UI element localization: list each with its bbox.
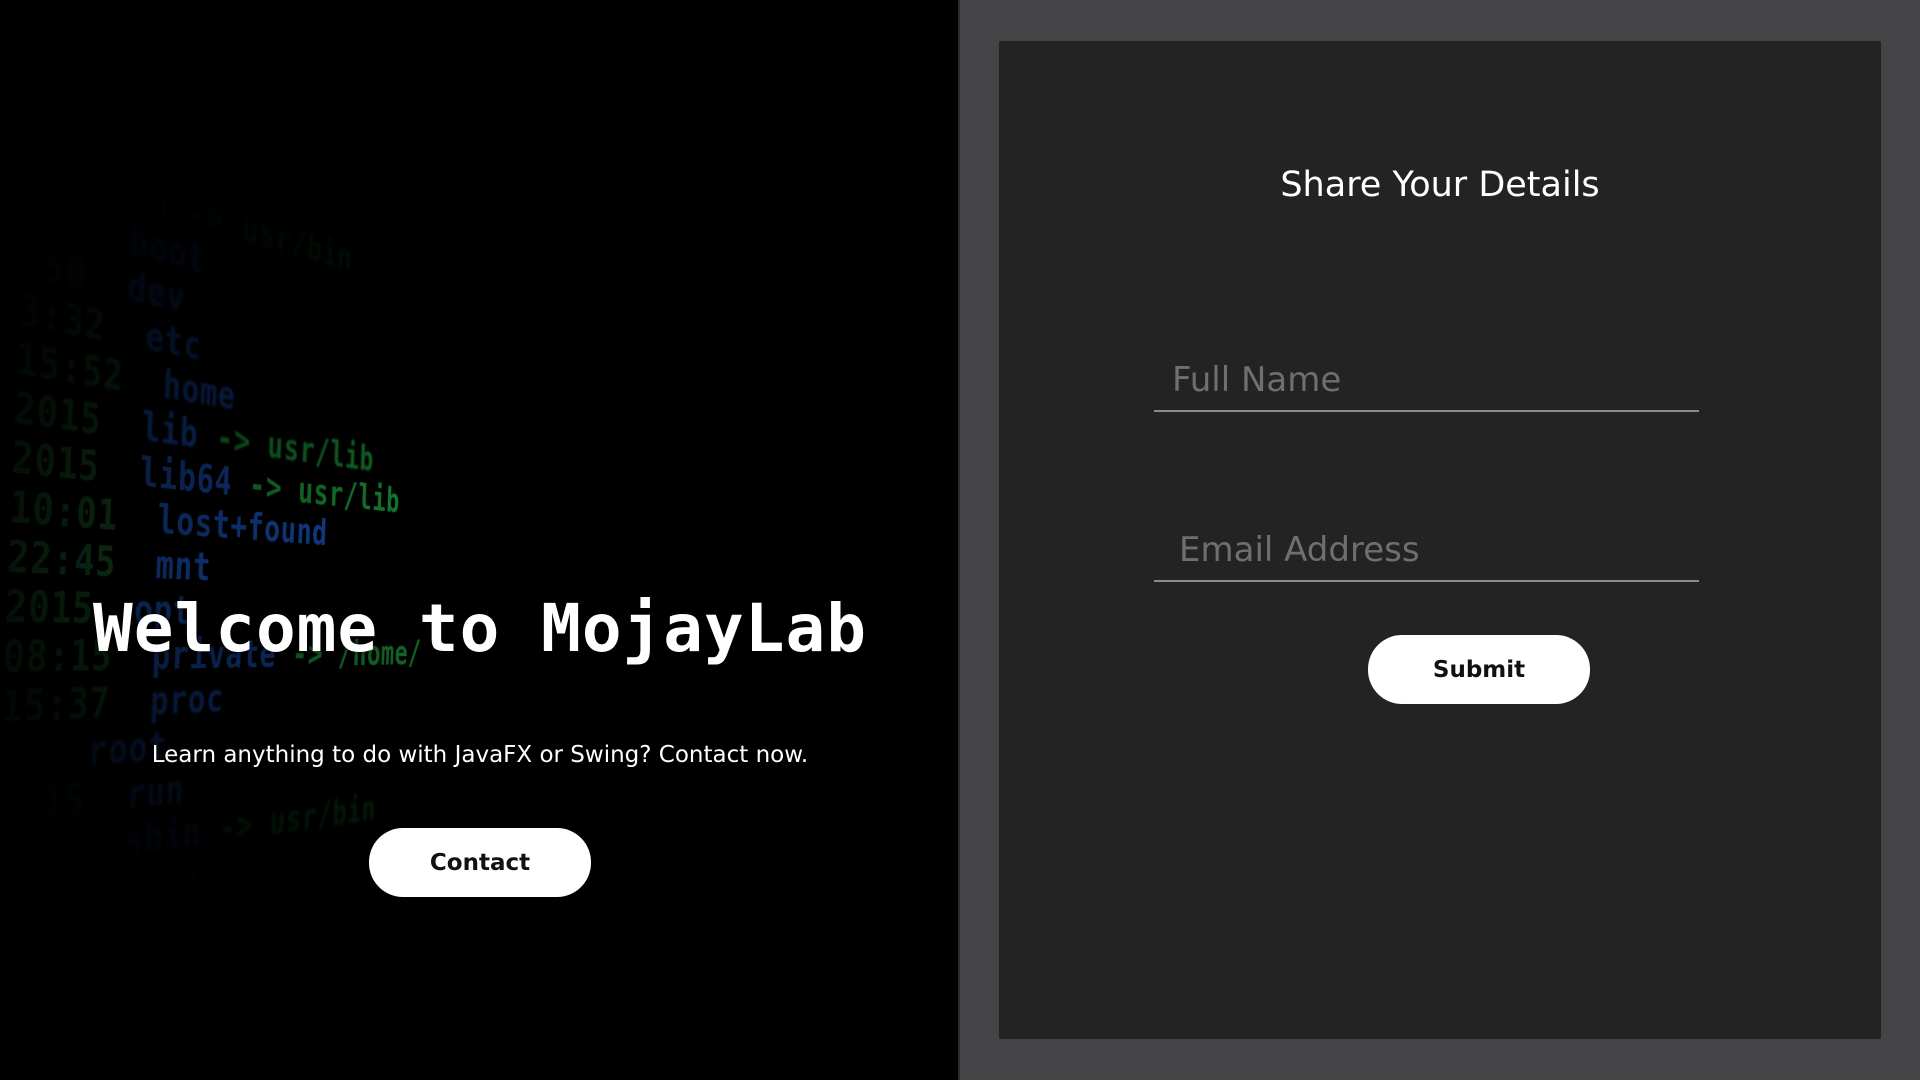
terminal-dir: proc <box>149 675 225 725</box>
terminal-arrow <box>183 765 185 811</box>
terminal-line: 10:01 lost+found <box>8 481 328 554</box>
terminal-dir: lib <box>140 402 200 457</box>
terminal-num: 3:32 <box>17 283 147 359</box>
form-panel: Share Your Details Submit <box>960 0 1920 1080</box>
terminal-line: 50 dev <box>19 234 187 322</box>
terminal-target <box>223 675 225 720</box>
terminal-dir: bin <box>110 163 172 229</box>
terminal-line: 3:32 etc <box>17 283 203 369</box>
terminal-dir: run <box>125 765 186 819</box>
submit-button[interactable]: Submit <box>1368 635 1590 704</box>
terminal-arrow <box>210 544 212 589</box>
terminal-arrow <box>197 896 199 942</box>
terminal-dir: srv <box>141 852 201 909</box>
contact-button[interactable]: Contact <box>369 828 591 897</box>
terminal-arrow: -> <box>169 181 243 249</box>
terminal-dir: mnt <box>154 540 213 590</box>
bottom-fade-overlay <box>0 780 958 1080</box>
email-input[interactable] <box>1154 520 1699 580</box>
terminal-target: usr/lib <box>266 422 375 480</box>
terminal-num: 10:01 <box>8 480 159 543</box>
terminal-target <box>138 953 140 1001</box>
terminal-dir: sbin <box>123 807 202 866</box>
terminal-arrow <box>198 852 200 898</box>
full-name-input[interactable] <box>1154 350 1699 410</box>
terminal-num: 15:52 <box>14 332 164 407</box>
terminal-line: 15:37 proc <box>0 675 225 733</box>
details-form-card: Share Your Details Submit <box>999 41 1881 1039</box>
terminal-line: 1 boot <box>21 185 206 282</box>
terminal-dir: etc <box>144 311 203 370</box>
vignette-overlay <box>0 0 958 1080</box>
terminal-arrow <box>138 953 140 1001</box>
hero-panel: bin -> usr/bin 1 boot 50 dev 3:32 etc 15:5… <box>0 0 960 1080</box>
terminal-target <box>327 512 328 554</box>
terminal-target <box>201 324 203 369</box>
terminal-num: 2015 <box>0 770 128 834</box>
terminal-num: 2015 <box>0 816 126 885</box>
terminal-dir: usr <box>76 952 140 1016</box>
terminal-num: 15:37 <box>0 676 152 733</box>
terminal-target <box>204 237 206 282</box>
terminal-target <box>198 852 200 898</box>
terminal-target <box>210 544 212 589</box>
hero-title: Welcome to MojayLab <box>93 590 867 667</box>
full-name-field <box>1154 350 1699 412</box>
terminal-line: 2015 lib64 -> usr/lib <box>10 431 400 520</box>
terminal-line: 2015 lib -> usr/lib <box>13 382 375 480</box>
terminal-line: 22:45 mnt <box>6 531 212 590</box>
terminal-target <box>235 374 237 418</box>
terminal-num: 15:51 <box>0 860 144 936</box>
terminal-target: usr/bin <box>269 787 377 844</box>
terminal-arrow <box>204 237 206 282</box>
terminal-target: usr/bin <box>241 204 353 280</box>
terminal-line: usr <box>0 953 140 1038</box>
terminal-num: 22:45 <box>6 530 157 588</box>
terminal-target <box>197 896 199 942</box>
terminal-num: 1 <box>21 185 131 263</box>
terminal-arrow <box>184 276 186 322</box>
terminal-arrow: -> <box>231 459 299 511</box>
terminal-line: 15:52 home <box>15 332 236 418</box>
terminal-num <box>0 966 78 1038</box>
terminal-line: 15:51 srv <box>0 852 200 935</box>
terminal-num <box>24 136 113 211</box>
terminal-target <box>183 765 185 811</box>
terminal-num: 15:45 <box>0 906 142 987</box>
email-field <box>1154 520 1699 582</box>
terminal-arrow <box>327 512 328 554</box>
terminal-arrow <box>201 324 203 369</box>
terminal-dir: boot <box>128 215 207 282</box>
terminal-dir: tmp <box>139 896 199 955</box>
terminal-line: 15:45 tmp <box>0 896 198 986</box>
terminal-num: 2015 <box>12 381 143 450</box>
terminal-dir: lib64 <box>138 447 233 505</box>
terminal-num: 2015 <box>10 431 141 496</box>
top-fade-overlay <box>0 0 958 260</box>
terminal-target <box>184 276 186 322</box>
terminal-line: 2015 sbin -> usr/bin <box>0 787 376 884</box>
terminal-arrow <box>223 675 225 720</box>
terminal-arrow: -> <box>200 799 271 854</box>
terminal-dir: dev <box>126 261 187 322</box>
terminal-line: bin -> usr/bin <box>24 136 353 279</box>
terminal-target: usr/lib <box>297 468 401 521</box>
terminal-line: 2015 run <box>0 765 185 834</box>
form-title: Share Your Details <box>1280 165 1600 205</box>
terminal-dir: home <box>161 360 237 419</box>
hero-subtitle: Learn anything to do with JavaFX or Swin… <box>151 742 809 768</box>
terminal-background-image: bin -> usr/bin 1 boot 50 dev 3:32 etc 15:5… <box>0 9 567 1080</box>
terminal-num: 50 <box>19 234 129 309</box>
terminal-arrow: -> <box>197 411 269 466</box>
terminal-dir: lost+found <box>156 495 329 554</box>
terminal-arrow <box>235 374 237 418</box>
